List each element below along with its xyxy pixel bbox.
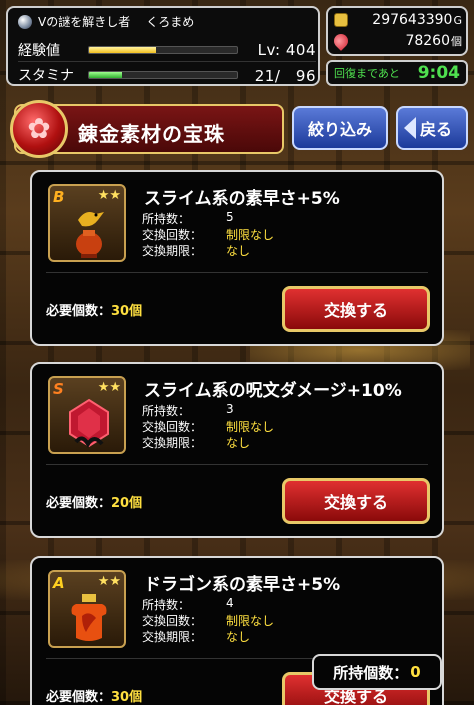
star-rating-icon: ★★ [97,574,121,589]
star-rating-icon: ★★ [97,188,121,203]
required-count-value: 20個 [111,496,143,511]
player-title-row: Vの謎を解きし者 くろまめ [18,13,194,30]
exp-label: 経験値 [18,42,60,59]
rank-badge: A [53,574,65,592]
item-name: スライム系の呪文ダメージ+10% [144,381,402,401]
exchange-count-label: 交換回数： [142,614,203,628]
rank-badge: S [53,380,64,398]
exchange-period-value: なし [226,436,251,450]
stamina-bar [88,71,238,79]
owned-orb-label: 所持個数： [333,663,409,682]
owned-count-row: 所持数： 5 [142,210,234,227]
exchange-count-value: 制限なし [226,420,275,434]
gold-row: 297643390G [334,12,462,28]
owned-orb-value: 0 [410,663,421,681]
exchange-period-value: なし [226,244,251,258]
item-icon-frame[interactable]: B ★★ [48,184,126,262]
rank-badge: B [53,188,65,206]
gem-row: 78260個 [331,31,462,51]
player-title: Vの謎を解きし者 [38,15,131,29]
back-button-label: 戻る [419,120,452,139]
required-count: 必要個数：30個 [46,686,142,705]
gem-amount: 78260 [405,33,450,49]
exchange-count-label: 交換回数： [142,228,203,242]
gem-unit: 個 [451,35,462,48]
back-arrow-icon [403,117,416,139]
exp-bar-fill [89,46,156,53]
divider [46,464,428,465]
owned-count-row: 所持数： 3 [142,402,234,419]
item-name: スライム系の素早さ+5% [144,189,340,209]
required-count-label: 必要個数： [46,304,112,319]
owned-orb-count: 所持個数： 0 [312,654,442,690]
owned-count-value: 5 [226,210,234,224]
stamina-recover-panel: 回復まであと 9:04 [326,60,468,86]
exchange-button[interactable]: 交換する [282,286,430,332]
exchange-count-value: 制限なし [226,614,275,628]
exchange-period-row: 交換期限： なし [142,628,250,645]
gold-unit: G [453,14,462,27]
stamina-row: スタミナ 21/ 96 [18,63,316,87]
back-button[interactable]: 戻る [396,106,468,150]
owned-count-value: 3 [226,402,234,416]
item-name: ドラゴン系の素早さ+5% [144,575,341,595]
exp-row: 経験値 Lv: 404 [18,38,316,62]
gem-value: 78260個 [405,33,462,49]
title-orb-icon [18,14,32,29]
exchange-period-value: なし [226,630,251,644]
currency-panel[interactable]: 297643390G 78260個 [326,6,468,56]
item-icon-frame[interactable]: A ★★ [48,570,126,648]
exp-bar [88,45,238,54]
gold-value: 297643390G [372,12,462,28]
gold-amount: 297643390 [372,12,453,28]
owned-count-label: 所持数： [142,404,191,418]
gem-icon [331,31,351,51]
item-icon-frame[interactable]: S ★★ [48,376,126,454]
required-count-value: 30個 [111,690,143,705]
divider [46,272,428,273]
owned-count-label: 所持数： [142,212,191,226]
exchange-button-label: 交換する [323,493,388,512]
page-title: 錬金素材の宝珠 [78,122,225,146]
bird-vase-icon [76,212,104,258]
player-name: くろまめ [146,15,195,29]
level-value: Lv: 404 [257,40,316,59]
owned-count-row: 所持数： 4 [142,596,234,613]
gold-coin-icon [334,13,348,27]
exchange-count-value: 制限なし [226,228,275,242]
owned-count-label: 所持数： [142,598,191,612]
required-count: 必要個数：30個 [46,300,142,319]
dragon-jar-icon [71,594,107,641]
recover-label: 回復まであと [334,67,400,80]
filter-button[interactable]: 絞り込み [292,106,388,150]
filter-button-label: 絞り込み [307,120,372,139]
exchange-count-row: 交換回数： 制限なし [142,612,274,629]
exchange-count-label: 交換回数： [142,420,203,434]
stamina-bar-fill [89,72,122,78]
exchange-item: B ★★ スライム系の素早さ+5% 所持数： 5 交換回数： 制限なし 交換期限： な… [30,170,444,346]
exchange-count-row: 交換回数： 制限なし [142,226,274,243]
exchange-button[interactable]: 交換する [282,478,430,524]
recover-time: 9:04 [417,63,460,83]
exchange-period-row: 交換期限： なし [142,434,250,451]
star-rating-icon: ★★ [97,380,121,395]
stamina-label: スタミナ [18,68,74,84]
exchange-count-row: 交換回数： 制限なし [142,418,274,435]
red-gem-icon [69,398,109,448]
required-count: 必要個数：20個 [46,492,142,511]
orb-emblem-icon: ✿ [10,100,68,158]
required-count-label: 必要個数： [46,690,112,705]
stamina-value: 21/ 96 [254,66,316,85]
required-count-label: 必要個数： [46,496,112,511]
required-count-value: 30個 [111,304,143,319]
exchange-button-label: 交換する [323,301,388,320]
exchange-item: S ★★ スライム系の呪文ダメージ+10% 所持数： 3 交換回数： 制限なし 交換… [30,362,444,538]
flower-emblem-icon: ✿ [27,112,51,145]
exchange-period-label: 交換期限： [142,244,203,258]
exchange-period-row: 交換期限： なし [142,242,250,259]
exchange-period-label: 交換期限： [142,630,203,644]
player-status-panel[interactable]: Vの謎を解きし者 くろまめ 経験値 Lv: 404 スタミナ 21/ 96 [6,6,320,86]
exchange-period-label: 交換期限： [142,436,203,450]
owned-count-value: 4 [226,596,234,610]
